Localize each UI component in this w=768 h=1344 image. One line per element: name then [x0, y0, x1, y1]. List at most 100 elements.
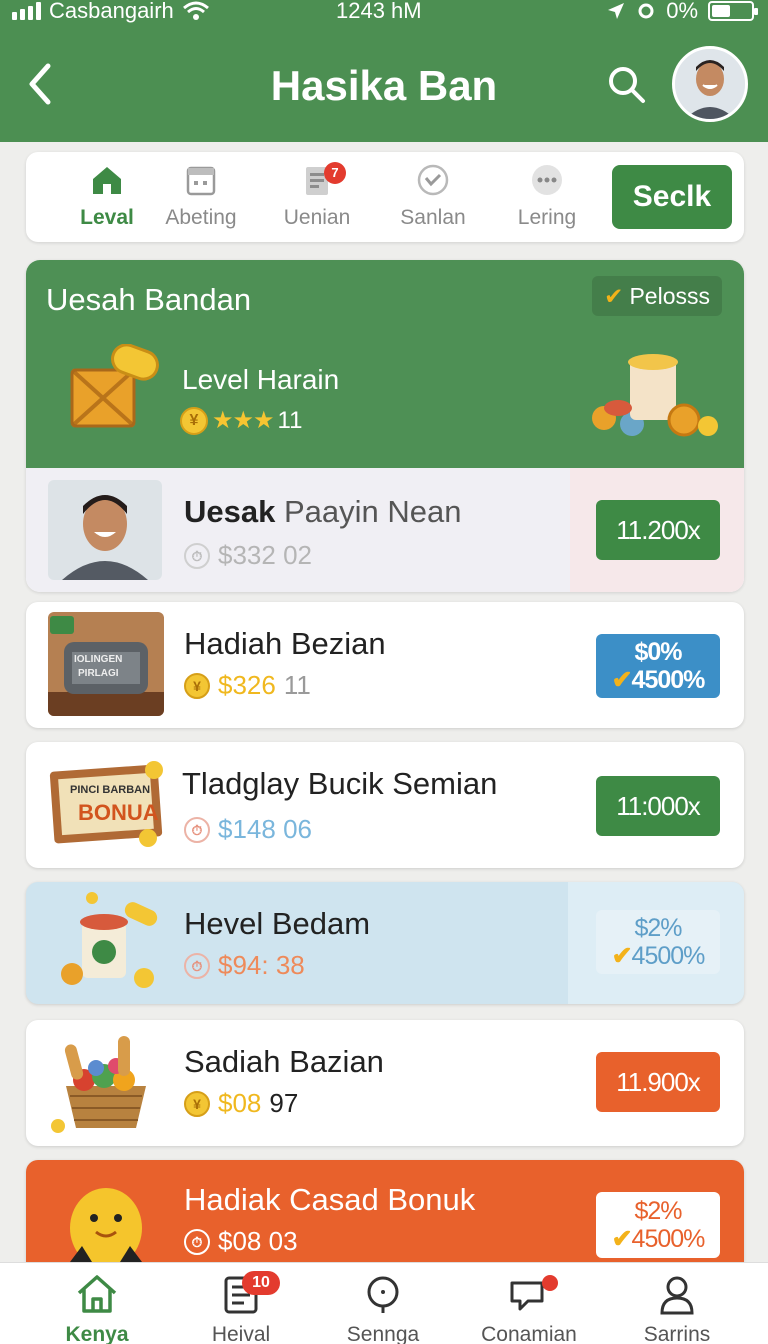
- tab-uenian[interactable]: 7 Uenian: [262, 162, 372, 236]
- timer-icon: ⏱: [184, 952, 210, 979]
- thumb-label-bottom: PIRLAGI: [78, 668, 119, 679]
- button-bottom-label: 4500%: [631, 942, 706, 970]
- coin-icon: ¥: [184, 672, 210, 699]
- reward-card[interactable]: Hevel Bedam ⏱ $94: 38 $2% ✔4500%: [26, 882, 744, 1004]
- reward-price: ⏱ $08 03: [184, 1226, 298, 1257]
- reward-thumbnail: [48, 892, 164, 996]
- notification-badge: 7: [324, 162, 346, 184]
- price-suffix: 97: [269, 1088, 299, 1118]
- button-top-label: $0%: [634, 638, 682, 666]
- search-icon: [367, 1276, 399, 1313]
- tab-lering[interactable]: Lering: [492, 162, 602, 236]
- reward-card[interactable]: Sadiah Bazian ¥ $08 97 11.900x: [26, 1020, 744, 1146]
- reward-thumbnail: IOLINGEN PIRLAGI: [48, 612, 164, 716]
- reward-thumbnail: PINCI BARBAN BONUA: [48, 754, 164, 854]
- reward-card[interactable]: PINCI BARBAN BONUA Tladglay Bucik Semian…: [26, 742, 744, 868]
- tab-sanlan[interactable]: Sanlan: [378, 162, 488, 236]
- redeem-button[interactable]: $2% ✔4500%: [596, 1192, 720, 1258]
- page-title: Hasika Ban: [270, 62, 498, 109]
- price-value: $08: [218, 1088, 262, 1118]
- reward-price: ¥ $326 11: [184, 670, 311, 701]
- calendar-icon: [186, 166, 216, 196]
- nav-item-heival[interactable]: 10 Heival: [176, 1271, 306, 1344]
- timer-icon: ⏱: [184, 1228, 210, 1255]
- reward-title: Sadiah Bazian: [184, 1044, 384, 1079]
- timer-icon: ⏱: [184, 816, 210, 843]
- signal-icon: [12, 2, 41, 20]
- status-time: 1243 hM: [336, 0, 422, 23]
- wifi-icon: [182, 1, 209, 20]
- thumb-label-top: PINCI BARBAN: [70, 784, 151, 796]
- tab-label: Abeting: [165, 206, 237, 229]
- price-value: $148 06: [218, 814, 312, 844]
- food-rewards-icon: [592, 354, 718, 437]
- tab-label: Sanlan: [400, 206, 466, 229]
- select-button[interactable]: Seclk: [612, 165, 732, 229]
- reward-title: Hevel Bedam: [184, 906, 371, 941]
- nav-item-kenya[interactable]: Kenya: [32, 1271, 162, 1344]
- hero-banner: Uesah Bandan ✔ Pelosss Level Harain ¥ ★★…: [26, 260, 744, 468]
- bottom-navigation: Kenya 10 Heival Sennga Conamian Sarrins: [0, 1262, 768, 1344]
- chip-label: Pelosss: [629, 282, 710, 309]
- hero-row-price: ⏱ $332 02: [184, 540, 312, 571]
- button-bottom-label: 4500%: [631, 666, 706, 694]
- reward-price: ¥ $08 97: [184, 1088, 298, 1119]
- notification-dot: [542, 1275, 558, 1291]
- nav-item-conamian[interactable]: Conamian: [464, 1271, 594, 1344]
- redeem-button[interactable]: $2% ✔4500%: [596, 910, 720, 974]
- hero-status-chip[interactable]: ✔ Pelosss: [592, 276, 722, 316]
- level-hero-card[interactable]: Uesah Bandan ✔ Pelosss Level Harain ¥ ★★…: [26, 260, 744, 592]
- reward-title: Hadiah Bezian: [184, 626, 386, 661]
- sync-icon: [638, 3, 654, 19]
- row-name-bold: Uesak: [184, 494, 276, 529]
- nav-item-sarrins[interactable]: Sarrins: [612, 1271, 742, 1344]
- notification-badge: 10: [242, 1271, 280, 1295]
- status-bar: Casbangairh 1243 hM 0%: [0, 0, 768, 26]
- hero-title: Uesah Bandan: [46, 282, 252, 317]
- hero-user-row[interactable]: Uesak Paayin Nean ⏱ $332 02 11.200x: [26, 468, 744, 592]
- rating-count: 11: [277, 406, 303, 434]
- price-suffix: 11: [283, 670, 311, 700]
- reward-price: ⏱ $94: 38: [184, 950, 305, 981]
- category-tabs: Leval Abeting 7 Uenian Sanlan Lering Sec…: [26, 152, 744, 242]
- user-avatar[interactable]: [672, 46, 748, 122]
- reward-price: ⏱ $148 06: [184, 814, 312, 845]
- tab-label: Uenian: [283, 206, 351, 229]
- treasure-chest-icon: [70, 344, 159, 428]
- thumb-label-bottom: BONUA: [78, 800, 159, 825]
- hero-subtitle: Level Harain: [182, 364, 340, 395]
- location-icon: [608, 3, 625, 19]
- battery-icon: [708, 1, 758, 21]
- rating-stars: ★★★: [212, 407, 275, 434]
- nav-label: Sennga: [346, 1323, 420, 1344]
- check-circle-icon: [417, 164, 449, 196]
- home-icon: [93, 167, 121, 194]
- checkmark-icon: ✔: [611, 1225, 633, 1253]
- button-bottom-label: 4500%: [631, 1225, 706, 1253]
- profile-icon: [660, 1276, 694, 1315]
- redeem-button[interactable]: 11.200x: [596, 500, 720, 560]
- redeem-button[interactable]: $0% ✔4500%: [596, 634, 720, 698]
- button-top-label: $2%: [634, 1197, 682, 1225]
- reward-thumbnail: [48, 1030, 164, 1134]
- nav-label: Kenya: [65, 1323, 129, 1344]
- tab-abeting[interactable]: Abeting: [146, 162, 256, 236]
- nav-label: Sarrins: [643, 1323, 711, 1344]
- search-icon[interactable]: [604, 62, 648, 106]
- nav-item-sennga[interactable]: Sennga: [318, 1271, 448, 1344]
- price-value: $326: [218, 670, 276, 700]
- redeem-button[interactable]: 11.900x: [596, 1052, 720, 1112]
- app-header: Casbangairh 1243 hM 0% Hasika Ban: [0, 0, 768, 142]
- button-top-label: $2%: [634, 914, 682, 942]
- reward-card[interactable]: Hadiak Casad Bonuk ⏱ $08 03 $2% ✔4500%: [26, 1160, 744, 1262]
- checkmark-icon: ✔: [611, 942, 633, 970]
- battery-percent: 0%: [666, 0, 698, 23]
- reward-card[interactable]: IOLINGEN PIRLAGI Hadiah Bezian ¥ $326 11…: [26, 602, 744, 728]
- reward-title: Tladglay Bucik Semian: [182, 766, 498, 801]
- redeem-button[interactable]: 11:000x: [596, 776, 720, 836]
- price-value: $94: 38: [218, 950, 305, 980]
- price-value: $332 02: [218, 540, 312, 570]
- coin-icon: ¥: [180, 406, 208, 435]
- checkmark-icon: ✔: [611, 666, 633, 694]
- home-icon: [77, 1275, 117, 1313]
